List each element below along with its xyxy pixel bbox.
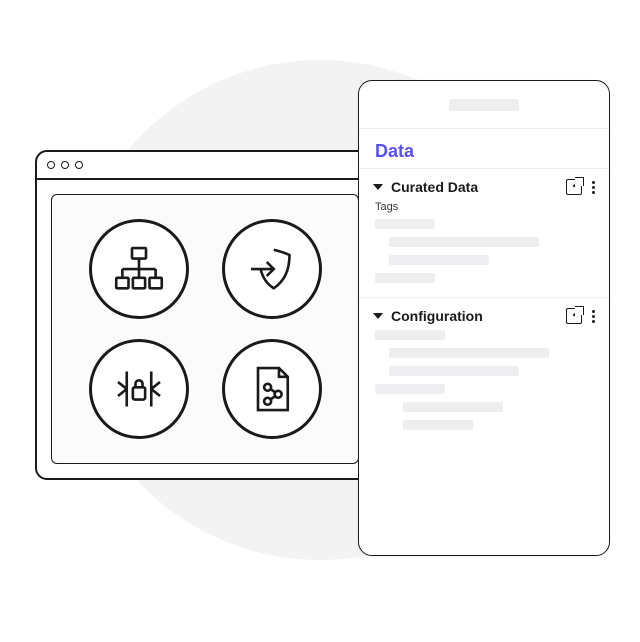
placeholder-bar (375, 330, 445, 340)
section-header[interactable]: Curated Data (373, 179, 595, 195)
placeholder-group (373, 330, 595, 430)
window-dot (61, 161, 69, 169)
more-menu-icon[interactable] (592, 181, 595, 194)
section-header[interactable]: Configuration (373, 308, 595, 324)
placeholder-bar (375, 384, 445, 394)
section-subtitle: Tags (375, 201, 595, 213)
panel-title: Data (359, 129, 609, 168)
open-external-icon[interactable] (566, 179, 582, 195)
placeholder-bar (449, 99, 519, 111)
secure-gateway-icon (89, 339, 189, 439)
section-curated-data: Curated Data Tags (359, 168, 609, 297)
shield-login-icon (222, 219, 322, 319)
chevron-down-icon (373, 313, 383, 319)
section-title: Configuration (391, 308, 558, 324)
browser-window (35, 150, 375, 480)
share-document-icon (222, 339, 322, 439)
hierarchy-icon (89, 219, 189, 319)
placeholder-bar (375, 219, 435, 229)
placeholder-group (373, 219, 595, 283)
browser-body (37, 180, 373, 478)
data-panel: Data Curated Data Tags Configuration (358, 80, 610, 556)
section-configuration: Configuration (359, 297, 609, 444)
window-dot (75, 161, 83, 169)
placeholder-bar (375, 273, 435, 283)
placeholder-bar (389, 366, 519, 376)
placeholder-bar (389, 255, 489, 265)
icon-grid (51, 194, 359, 464)
open-external-icon[interactable] (566, 308, 582, 324)
placeholder-bar (403, 402, 503, 412)
panel-header (359, 81, 609, 129)
placeholder-bar (403, 420, 473, 430)
placeholder-bar (389, 237, 539, 247)
more-menu-icon[interactable] (592, 310, 595, 323)
placeholder-bar (389, 348, 549, 358)
chevron-down-icon (373, 184, 383, 190)
browser-titlebar (37, 152, 373, 180)
window-dot (47, 161, 55, 169)
section-title: Curated Data (391, 179, 558, 195)
